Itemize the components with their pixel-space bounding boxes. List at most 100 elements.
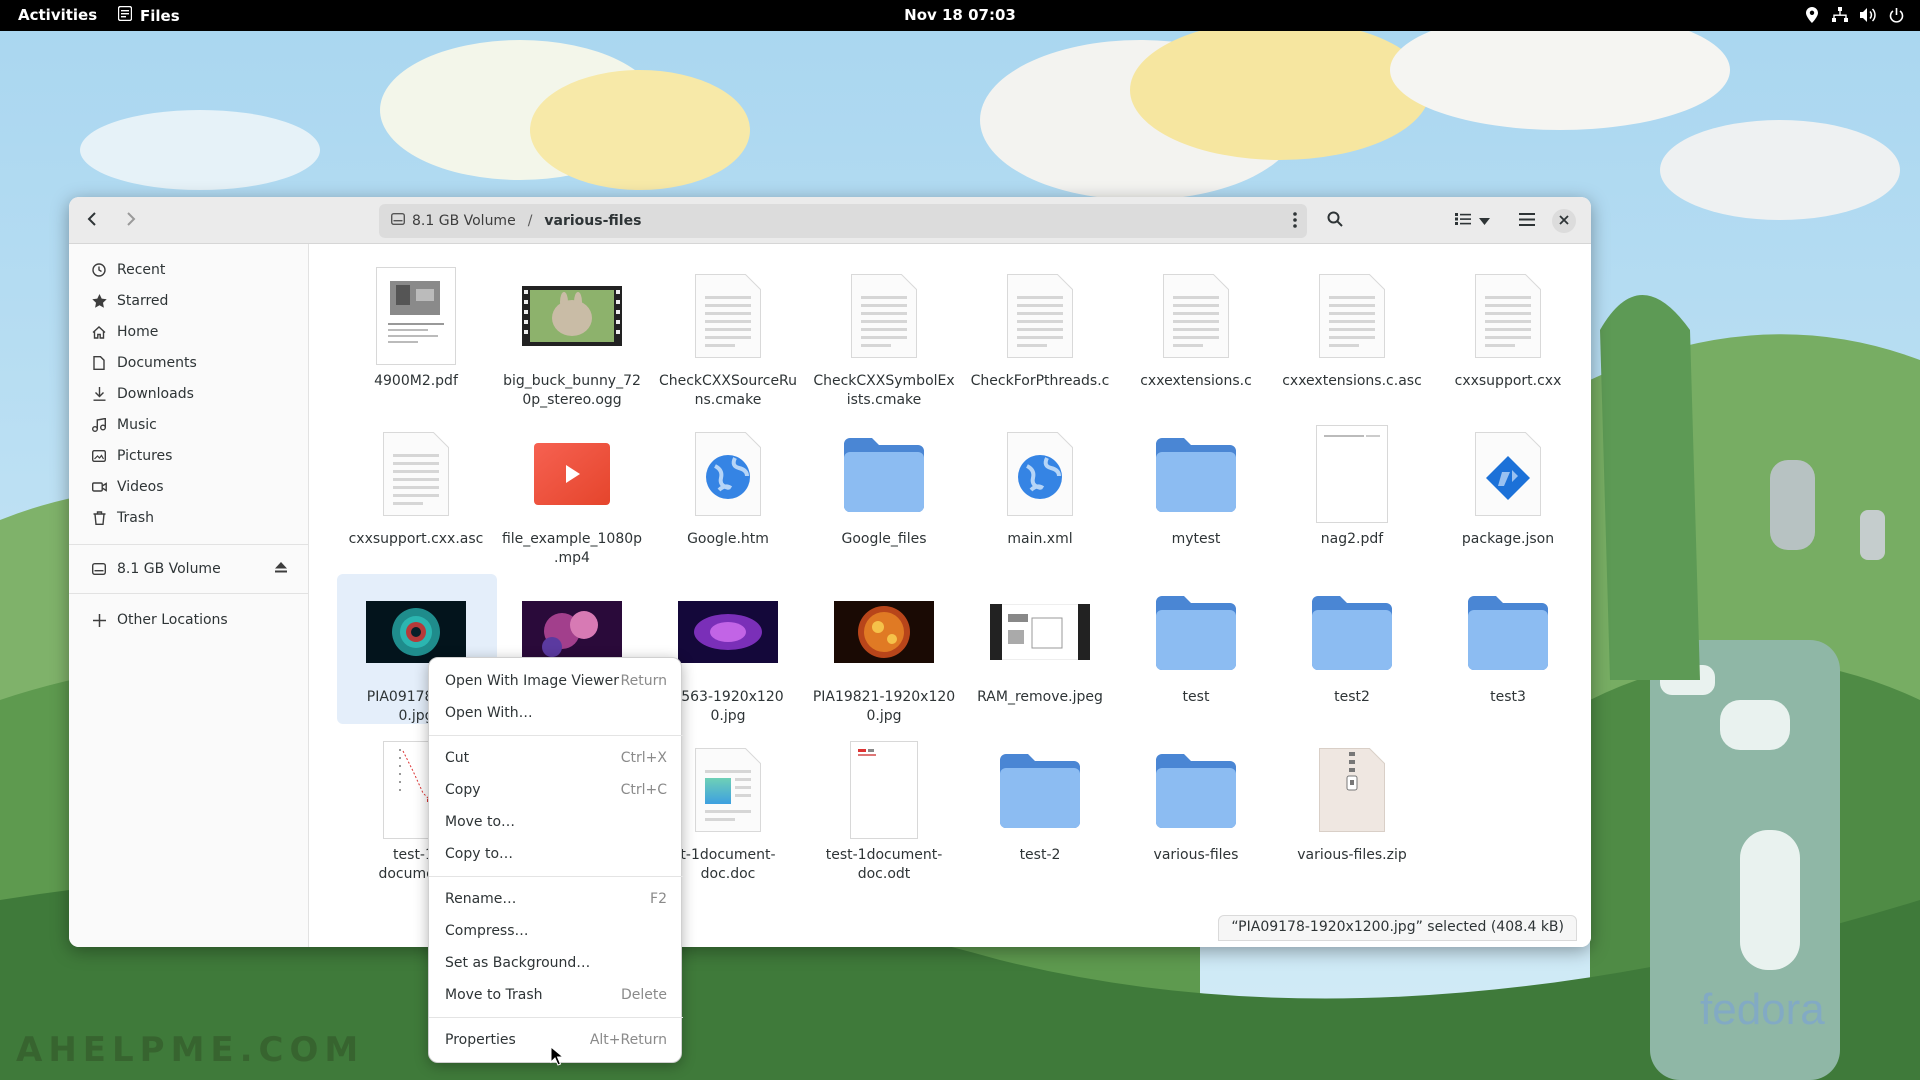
menu-item-accel: Alt+Return xyxy=(589,1032,667,1048)
sidebar-item-home[interactable]: Home xyxy=(81,317,297,347)
menu-item-set-as-background[interactable]: Set as Background… xyxy=(435,948,677,978)
sidebar-item-recent[interactable]: Recent xyxy=(81,255,297,285)
menu-item-label: Copy xyxy=(445,782,481,798)
path-separator: / xyxy=(527,213,533,229)
menu-item-label: Copy to… xyxy=(445,846,514,862)
pdf-thumbnail xyxy=(341,266,491,366)
file-name: mytest xyxy=(1171,531,1221,547)
folder-icon xyxy=(809,424,959,524)
sidebar-item-label: 8.1 GB Volume xyxy=(117,561,221,577)
menu-item-compress[interactable]: Compress… xyxy=(435,916,677,946)
file-name: CheckCXXSourceRu ns.cmake xyxy=(653,372,803,410)
clock[interactable]: Nov 18 07:03 xyxy=(0,6,1920,24)
file-name: cxxsupport.cxx xyxy=(1454,373,1562,389)
sidebar-item-music[interactable]: Music xyxy=(81,410,297,440)
file-name-line: 7563-1920x120 xyxy=(672,689,784,705)
sidebar-item-videos[interactable]: Videos xyxy=(81,472,297,502)
sidebar-item-trash[interactable]: Trash xyxy=(81,503,297,533)
menu-item-move-to-trash[interactable]: Move to Trash Delete xyxy=(435,980,677,1010)
file-name-line: big_buck_bunny_72 xyxy=(503,373,641,389)
file-name: Google_files xyxy=(841,531,927,547)
image-thumbnail xyxy=(965,582,1115,682)
sidebar-item-label: Starred xyxy=(117,293,169,309)
image-thumbnail xyxy=(809,582,959,682)
close-icon xyxy=(1559,213,1569,229)
path-segment-volume-label: 8.1 GB Volume xyxy=(412,213,516,229)
file-item[interactable]: PIA19821-1920x120 0.jpg xyxy=(809,582,959,726)
forward-button[interactable] xyxy=(115,205,147,237)
file-item[interactable]: nag2.pdf xyxy=(1277,424,1427,549)
sidebar-item-label: Downloads xyxy=(117,386,194,402)
file-item[interactable]: RAM_remove.jpeg xyxy=(965,582,1115,707)
zip-file-icon xyxy=(1277,740,1427,840)
menu-item-open-with[interactable]: Open With… xyxy=(435,698,677,728)
file-name: test-2 xyxy=(1019,847,1061,863)
file-item[interactable]: cxxsupport.cxx xyxy=(1433,266,1583,391)
mouse-pointer-icon xyxy=(550,1045,565,1070)
file-item[interactable]: CheckForPthreads.c xyxy=(965,266,1115,391)
menu-item-open-with-image-viewer[interactable]: Open With Image Viewer Return xyxy=(435,666,677,696)
file-item[interactable]: CheckCXXSymbolEx ists.cmake xyxy=(809,266,959,410)
context-menu: Open With Image Viewer Return Open With… … xyxy=(428,657,683,1063)
main-menu-button[interactable] xyxy=(1511,205,1543,237)
path-segment-current[interactable]: various-files xyxy=(544,213,641,229)
file-item[interactable]: test-1document-doc.odt xyxy=(809,740,959,884)
file-name-line: doc.odt xyxy=(857,866,911,882)
file-item[interactable]: test-2 xyxy=(965,740,1115,865)
file-item[interactable]: package.json xyxy=(1433,424,1583,549)
menu-item-move-to[interactable]: Move to… xyxy=(435,807,677,837)
system-tray[interactable] xyxy=(1804,6,1904,24)
view-mode-button[interactable] xyxy=(1448,205,1496,237)
file-item[interactable]: mytest xyxy=(1121,424,1271,549)
home-icon xyxy=(91,324,107,340)
sidebar-item-documents[interactable]: Documents xyxy=(81,348,297,378)
sidebar-item-other-locations[interactable]: Other Locations xyxy=(81,605,297,635)
file-item[interactable]: test xyxy=(1121,582,1271,707)
menu-item-copy-to[interactable]: Copy to… xyxy=(435,839,677,869)
file-name-line: t-1document- xyxy=(680,847,776,863)
sidebar-item-starred[interactable]: Starred xyxy=(81,286,297,316)
file-item[interactable]: Google.htm xyxy=(653,424,803,549)
file-item[interactable]: various-files.zip xyxy=(1277,740,1427,865)
sidebar-item-pictures[interactable]: Pictures xyxy=(81,441,297,471)
header-bar: 8.1 GB Volume / various-files xyxy=(69,197,1591,244)
file-item[interactable]: main.xml xyxy=(965,424,1115,549)
document-thumbnail xyxy=(809,740,959,840)
menu-item-cut[interactable]: Cut Ctrl+X xyxy=(435,743,677,773)
menu-item-copy[interactable]: Copy Ctrl+C xyxy=(435,775,677,805)
file-item[interactable]: test3 xyxy=(1433,582,1583,707)
file-item[interactable]: various-files xyxy=(1121,740,1271,865)
path-bar[interactable]: 8.1 GB Volume / various-files xyxy=(379,204,1307,238)
file-name: cxxextensions.c.asc xyxy=(1282,373,1422,389)
file-name-line: ists.cmake xyxy=(846,392,922,408)
path-segment-volume[interactable]: 8.1 GB Volume xyxy=(390,212,516,229)
file-item[interactable]: Google_files xyxy=(809,424,959,549)
app-menu-button[interactable]: Files xyxy=(117,5,180,25)
sidebar-item-label: Videos xyxy=(117,479,164,495)
close-button[interactable] xyxy=(1552,209,1576,233)
file-item[interactable]: 4900M2.pdf xyxy=(341,266,491,391)
text-file-icon xyxy=(809,266,959,366)
menu-item-rename[interactable]: Rename… F2 xyxy=(435,884,677,914)
video-thumbnail xyxy=(497,266,647,366)
menu-item-label: Move to… xyxy=(445,814,516,830)
sidebar-item-downloads[interactable]: Downloads xyxy=(81,379,297,409)
back-button[interactable] xyxy=(76,205,108,237)
file-item[interactable]: big_buck_bunny_72 0p_stereo.ogg xyxy=(497,266,647,410)
file-name: cxxsupport.cxx.asc xyxy=(348,531,484,547)
search-button[interactable] xyxy=(1319,205,1351,237)
sidebar-item-label: Documents xyxy=(117,355,197,371)
file-item[interactable]: file_example_1080p .mp4 xyxy=(497,424,647,568)
path-menu-button[interactable] xyxy=(1293,211,1297,233)
activities-button[interactable]: Activities xyxy=(18,6,97,24)
drive-icon xyxy=(91,561,107,577)
file-item[interactable]: cxxextensions.c.asc xyxy=(1277,266,1427,391)
sidebar-item-volume[interactable]: 8.1 GB Volume xyxy=(81,554,297,584)
file-item[interactable]: cxxextensions.c xyxy=(1121,266,1271,391)
file-item[interactable]: CheckCXXSourceRu ns.cmake xyxy=(653,266,803,410)
eject-icon[interactable] xyxy=(275,561,287,577)
file-item[interactable]: test2 xyxy=(1277,582,1427,707)
watermark-text: AHELPME.COM xyxy=(16,1030,365,1070)
file-item[interactable]: cxxsupport.cxx.asc xyxy=(341,424,491,549)
files-app-icon xyxy=(117,5,133,25)
